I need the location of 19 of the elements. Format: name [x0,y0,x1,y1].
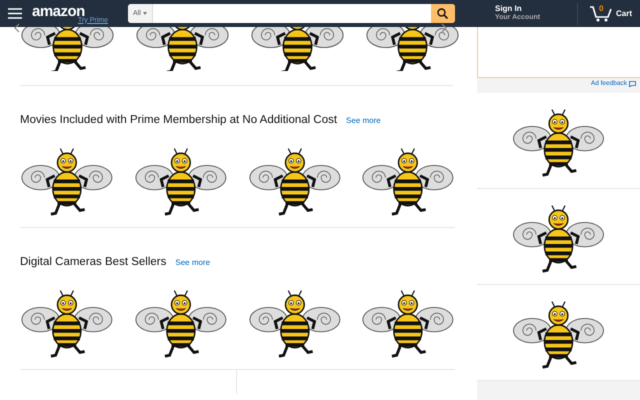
cart-count: 0 [598,4,604,13]
see-more-link[interactable]: See more [175,258,210,267]
section-title: Digital Cameras Best Sellers [20,256,166,268]
amazon-logo[interactable]: amazon [32,4,108,18]
sign-in-link[interactable]: Sign In [494,5,567,14]
section-title: Movies Included with Prime Membership at No Additional Cost [20,114,338,126]
menu-icon[interactable] [8,8,22,19]
product-tile[interactable] [477,285,640,381]
product-tile[interactable] [477,189,640,285]
search-button[interactable] [430,4,455,23]
search-icon [437,8,448,19]
cart-link[interactable]: Cart [616,9,632,18]
cart-icon[interactable] [590,5,612,22]
chevron-right-icon[interactable] [441,23,447,33]
speech-bubble-icon [629,80,636,86]
chevron-left-icon[interactable] [14,23,20,33]
caret-icon [142,12,147,15]
product-tile[interactable] [477,93,640,189]
see-more-link[interactable]: See more [346,116,381,125]
